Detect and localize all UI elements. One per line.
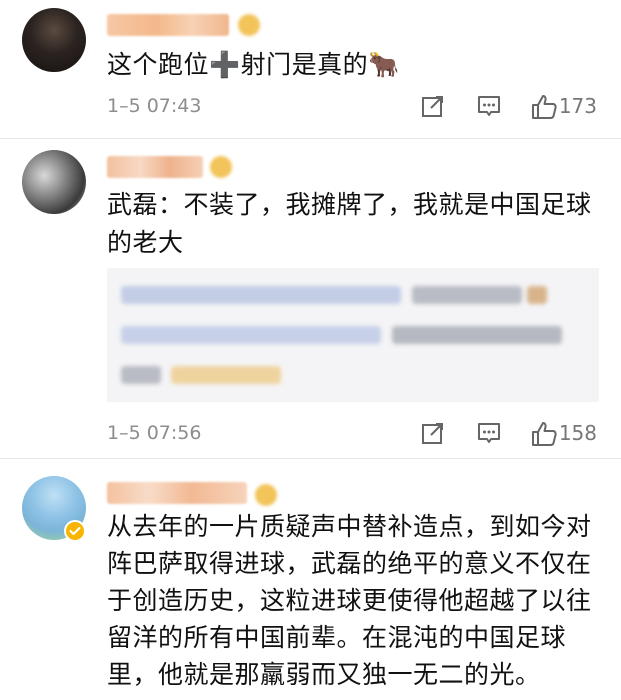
username-blurred[interactable] bbox=[107, 482, 247, 504]
comment-meta: 1–5 07:43 173 bbox=[0, 91, 621, 121]
comment-meta: 1–5 07:56 158 bbox=[0, 418, 621, 448]
comment-icon[interactable] bbox=[476, 93, 502, 119]
quoted-reply-blurred[interactable] bbox=[107, 268, 599, 402]
avatar[interactable] bbox=[22, 150, 86, 214]
comment-item: 从去年的一片质疑声中替补造点，到如今对 阵巴萨取得进球，武磊的绝平的意义不仅在 … bbox=[0, 458, 621, 700]
badge-icon bbox=[238, 14, 260, 36]
like-icon[interactable] bbox=[530, 420, 558, 448]
verified-icon bbox=[64, 520, 86, 542]
like-icon[interactable] bbox=[530, 93, 558, 121]
comment-item: 这个跑位➕射门是真的🐂 1–5 07:43 173 bbox=[0, 0, 621, 150]
share-icon[interactable] bbox=[420, 420, 446, 446]
badge-icon bbox=[255, 484, 277, 506]
share-icon[interactable] bbox=[420, 93, 446, 119]
badge-icon bbox=[210, 156, 232, 178]
avatar[interactable] bbox=[22, 8, 86, 72]
username-blurred[interactable] bbox=[107, 156, 203, 178]
comment-text: 这个跑位➕射门是真的🐂 bbox=[107, 50, 400, 79]
comment-item: 武磊：不装了，我摊牌了，我就是中国足球 的老大 1–5 07:56 158 bbox=[0, 138, 621, 458]
like-count: 158 bbox=[558, 421, 597, 445]
comment-text: 从去年的一片质疑声中替补造点，到如今对 阵巴萨取得进球，武磊的绝平的意义不仅在 … bbox=[107, 512, 592, 689]
comment-time: 1–5 07:56 bbox=[107, 422, 202, 444]
username-blurred[interactable] bbox=[107, 14, 229, 36]
comment-time: 1–5 07:43 bbox=[107, 95, 202, 117]
comment-text: 武磊：不装了，我摊牌了，我就是中国足球 的老大 bbox=[107, 190, 592, 257]
like-count: 173 bbox=[558, 94, 597, 118]
comment-icon[interactable] bbox=[476, 420, 502, 446]
